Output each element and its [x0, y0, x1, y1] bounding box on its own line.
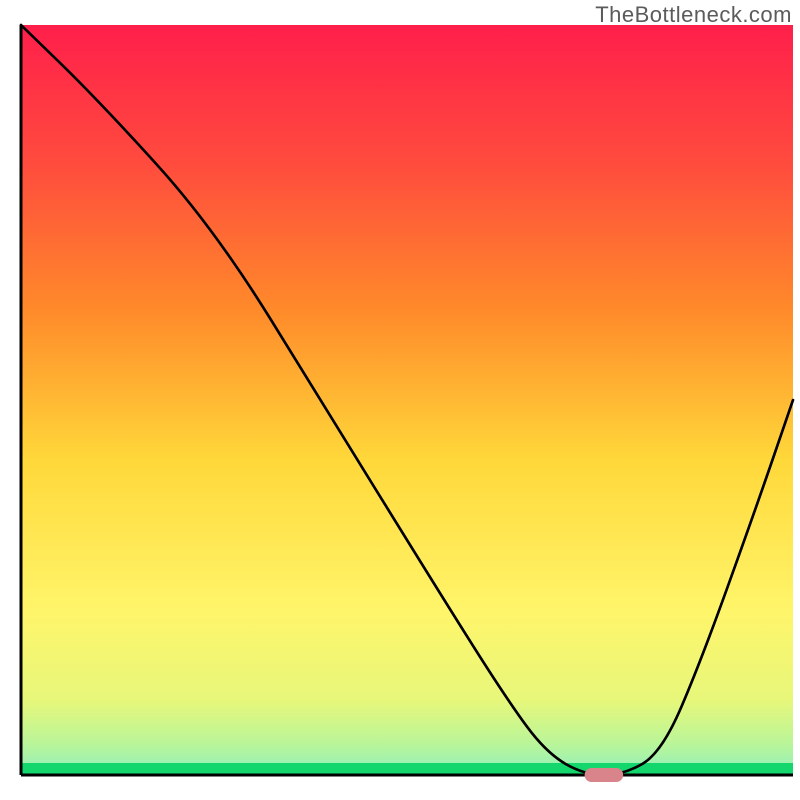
- green-band: [21, 763, 793, 775]
- chart-container: TheBottleneck.com: [0, 0, 800, 800]
- recommended-range-marker: [585, 768, 624, 782]
- bottleneck-chart: [0, 0, 800, 800]
- gradient-background: [21, 25, 793, 775]
- watermark-text: TheBottleneck.com: [595, 2, 792, 28]
